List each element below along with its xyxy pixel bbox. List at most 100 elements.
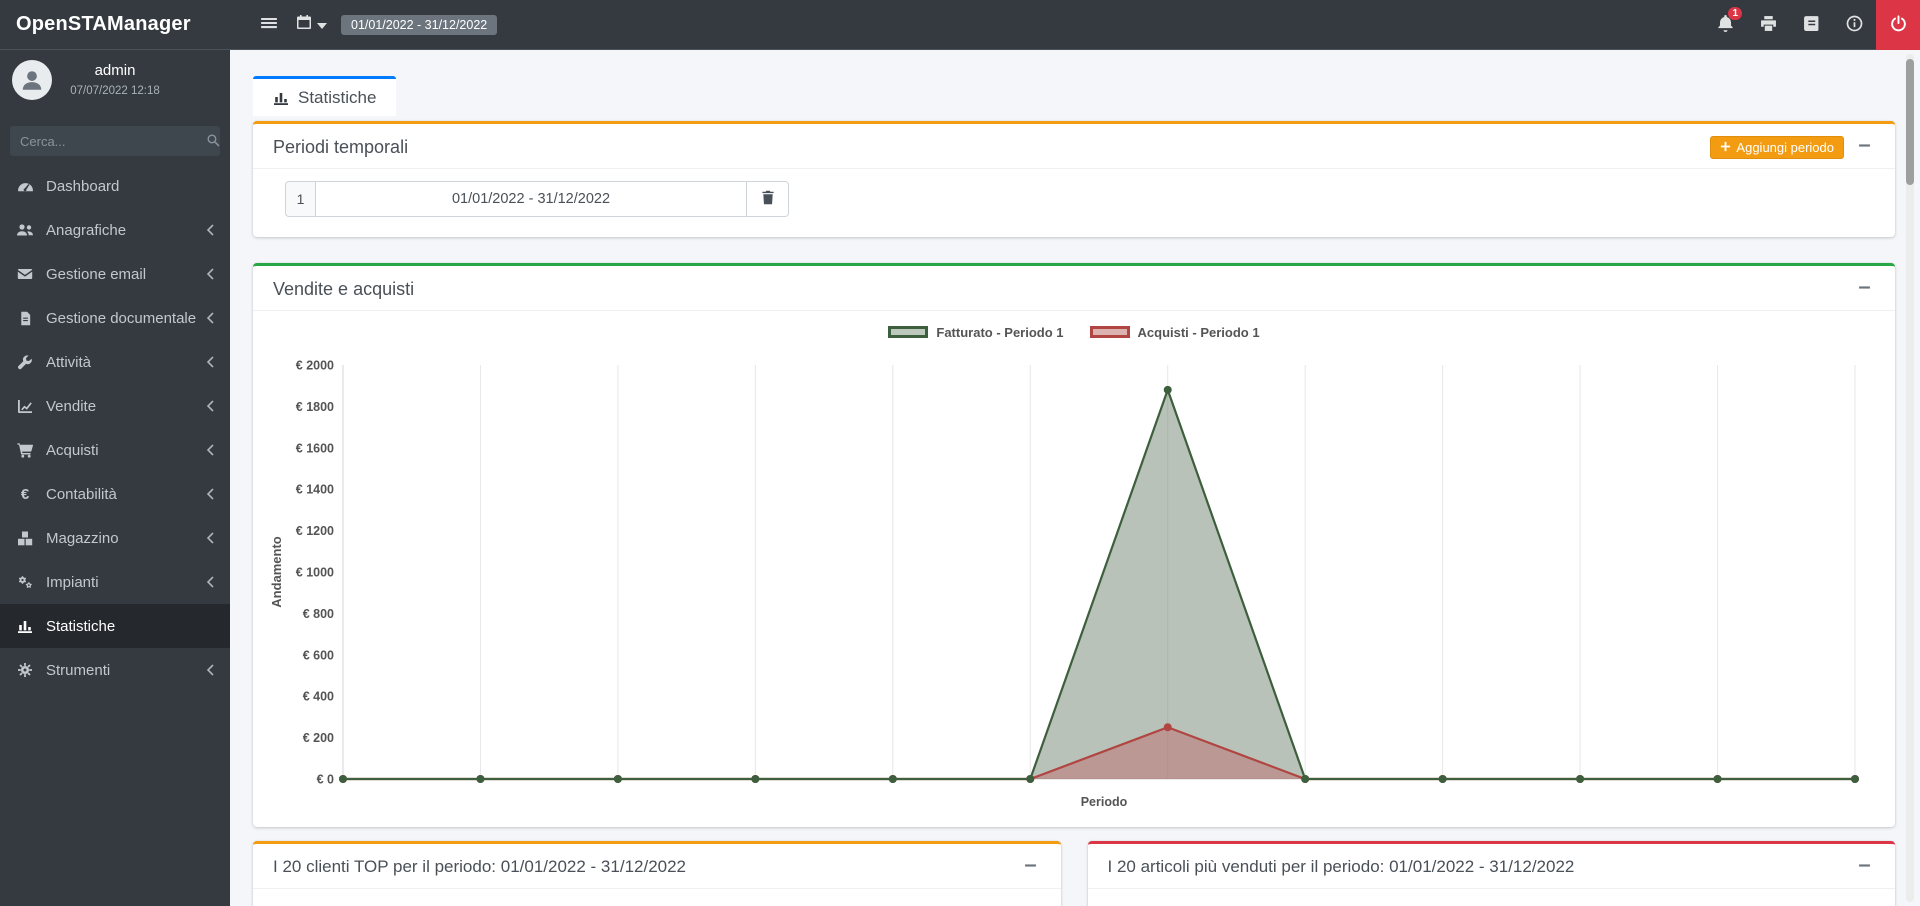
tab-statistiche[interactable]: Statistiche xyxy=(253,76,396,116)
minus-icon xyxy=(1858,139,1871,155)
chevron-left-icon xyxy=(206,356,216,368)
sidebar: admin 07/07/2022 12:18 Dashboard xyxy=(0,50,230,906)
periods-card-header: Periodi temporali Aggiungi periodo xyxy=(253,124,1895,169)
sales-purchases-chart: € 0€ 200€ 400€ 600€ 800€ 1000€ 1200€ 140… xyxy=(263,349,1865,789)
notifications-button[interactable]: 1 xyxy=(1704,0,1747,50)
app-window: OpenSTAManager 01/01/2022 - 31/12/2022 1 xyxy=(0,0,1920,906)
svg-text:€ 400: € 400 xyxy=(303,690,334,704)
info-button[interactable] xyxy=(1833,0,1876,50)
chevron-left-icon xyxy=(206,224,216,236)
cart-icon xyxy=(14,442,36,458)
collapse-card-button[interactable] xyxy=(1854,855,1875,879)
address-book-icon xyxy=(1803,15,1820,35)
chevron-left-icon xyxy=(206,576,216,588)
legend-item-acquisti[interactable]: Acquisti - Periodo 1 xyxy=(1090,325,1260,340)
svg-text:€ 1200: € 1200 xyxy=(296,524,334,538)
power-icon xyxy=(1890,15,1907,35)
svg-text:Andamento: Andamento xyxy=(269,536,284,608)
caret-down-icon xyxy=(317,16,327,34)
trash-icon xyxy=(761,190,775,208)
sidebar-item-impianti[interactable]: Impianti xyxy=(0,560,230,604)
main-scrollbar-thumb[interactable] xyxy=(1906,59,1914,185)
legend-swatch-fatturato xyxy=(888,326,928,338)
minus-icon xyxy=(1024,859,1037,875)
add-period-button[interactable]: Aggiungi periodo xyxy=(1710,136,1844,159)
users-icon xyxy=(14,222,36,238)
period-index: 1 xyxy=(285,181,315,217)
topbar-actions: 1 xyxy=(1704,0,1920,50)
chevron-left-icon xyxy=(206,444,216,456)
period-dropdown-toggle[interactable] xyxy=(296,14,327,35)
svg-text:€ 800: € 800 xyxy=(303,607,334,621)
main-content: Statistiche Periodi temporali Aggiungi p… xyxy=(230,50,1920,906)
hamburger-icon xyxy=(260,14,278,35)
wrench-icon xyxy=(14,354,36,370)
dashboard-icon xyxy=(14,178,36,195)
chart-line-icon xyxy=(14,398,36,414)
chevron-left-icon xyxy=(206,532,216,544)
active-period-badge: 01/01/2022 - 31/12/2022 xyxy=(341,15,497,35)
chart-card-title: Vendite e acquisti xyxy=(273,279,414,300)
search-icon xyxy=(206,133,220,150)
main-scrollbar xyxy=(1906,54,1914,902)
top-clients-card: I 20 clienti TOP per il periodo: 01/01/2… xyxy=(253,841,1061,906)
svg-text:€ 1800: € 1800 xyxy=(296,400,334,414)
boxes-icon xyxy=(14,530,36,546)
sidebar-toggle-button[interactable] xyxy=(250,0,288,50)
tab-bar: Statistiche xyxy=(253,76,1895,116)
sidebar-item-attivita[interactable]: Attività xyxy=(0,340,230,384)
svg-text:€ 0: € 0 xyxy=(317,773,334,787)
delete-period-button[interactable] xyxy=(747,181,789,217)
collapse-card-button[interactable] xyxy=(1854,277,1875,301)
sidebar-item-anagrafiche[interactable]: Anagrafiche xyxy=(0,208,230,252)
sidebar-search xyxy=(10,126,220,156)
brand[interactable]: OpenSTAManager xyxy=(0,0,230,50)
periods-card-title: Periodi temporali xyxy=(273,137,408,158)
sidebar-item-statistiche[interactable]: Statistiche xyxy=(0,604,230,648)
search-button[interactable] xyxy=(206,126,220,156)
period-range-input[interactable] xyxy=(315,181,747,217)
printer-icon xyxy=(1760,15,1777,35)
legend-item-fatturato[interactable]: Fatturato - Periodo 1 xyxy=(888,325,1063,340)
svg-text:€ 1000: € 1000 xyxy=(296,566,334,580)
sidebar-item-strumenti[interactable]: Strumenti xyxy=(0,648,230,692)
bottom-cards-row: I 20 clienti TOP per il periodo: 01/01/2… xyxy=(253,841,1895,906)
top-clients-title: I 20 clienti TOP per il periodo: 01/01/2… xyxy=(273,857,686,877)
search-input[interactable] xyxy=(10,126,206,156)
bar-chart-icon xyxy=(273,90,289,106)
sidebar-item-dashboard[interactable]: Dashboard xyxy=(0,164,230,208)
minus-icon xyxy=(1858,281,1871,297)
top-articles-title: I 20 articoli più venduti per il periodo… xyxy=(1108,857,1575,877)
sidebar-item-magazzino[interactable]: Magazzino xyxy=(0,516,230,560)
chart-legend: Fatturato - Periodo 1 Acquisti - Periodo… xyxy=(263,319,1885,345)
sidebar-item-acquisti[interactable]: Acquisti xyxy=(0,428,230,472)
sidebar-item-vendite[interactable]: Vendite xyxy=(0,384,230,428)
logout-button[interactable] xyxy=(1876,0,1920,50)
euro-icon: € xyxy=(14,486,36,503)
docs-button[interactable] xyxy=(1790,0,1833,50)
sidebar-item-contabilita[interactable]: € Contabilità xyxy=(0,472,230,516)
tab-label: Statistiche xyxy=(298,88,376,108)
sidebar-item-gestione-email[interactable]: Gestione email xyxy=(0,252,230,296)
document-icon xyxy=(14,311,36,326)
print-button[interactable] xyxy=(1747,0,1790,50)
legend-swatch-acquisti xyxy=(1090,326,1130,338)
chevron-left-icon xyxy=(206,400,216,412)
svg-text:€ 1600: € 1600 xyxy=(296,441,334,455)
chart-card-body: Fatturato - Periodo 1 Acquisti - Periodo… xyxy=(253,311,1895,827)
chart-card: Vendite e acquisti Fatturato - Periodo 1 xyxy=(253,263,1895,827)
plus-icon xyxy=(1720,140,1731,155)
bar-chart-icon xyxy=(14,618,36,634)
collapse-card-button[interactable] xyxy=(1854,135,1875,159)
sidebar-menu: Dashboard Anagrafiche Gestione email xyxy=(0,164,230,692)
svg-text:€ 200: € 200 xyxy=(303,731,334,745)
minus-icon xyxy=(1858,859,1871,875)
envelope-icon xyxy=(14,266,36,282)
chevron-left-icon xyxy=(206,312,216,324)
period-row: 1 xyxy=(285,181,1875,217)
top-articles-card: I 20 articoli più venduti per il periodo… xyxy=(1088,841,1896,906)
chart-x-axis-label: Periodo xyxy=(263,795,1865,809)
user-panel: admin 07/07/2022 12:18 xyxy=(0,50,230,120)
collapse-card-button[interactable] xyxy=(1020,855,1041,879)
sidebar-item-gestione-documentale[interactable]: Gestione documentale xyxy=(0,296,230,340)
